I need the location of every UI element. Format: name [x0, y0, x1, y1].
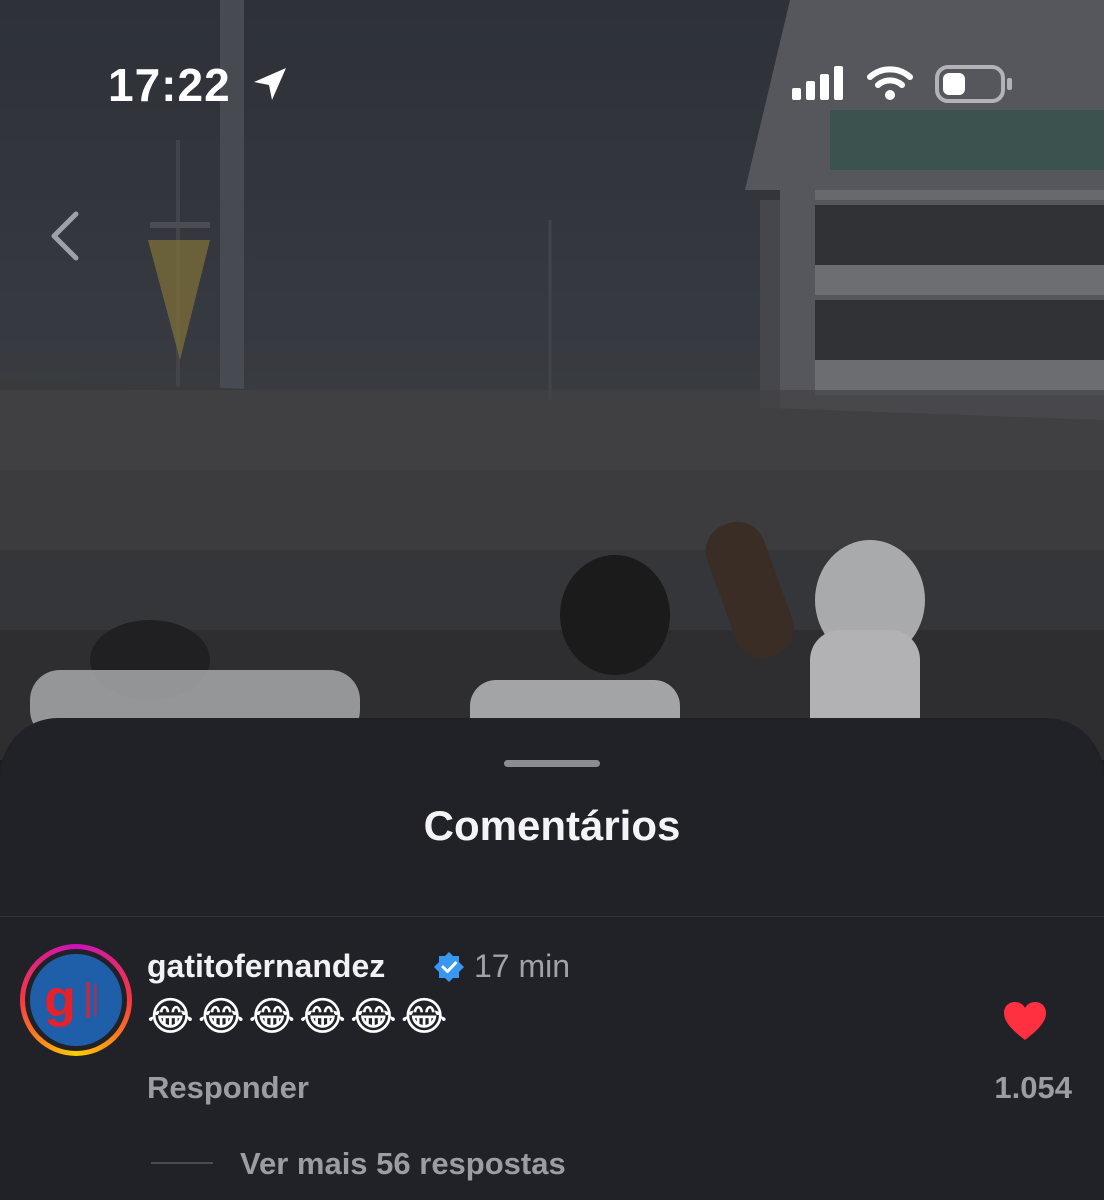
background-photo	[0, 0, 1104, 760]
avatar-image: g	[30, 954, 122, 1046]
comment-username[interactable]: gatitofernandez	[147, 948, 385, 985]
divider	[0, 916, 1104, 917]
verified-badge-icon	[434, 952, 464, 982]
comment-item: g gatitofernandez 17 min 😂😂😂😂😂😂 Responde…	[0, 918, 1104, 1200]
status-time: 17:22	[108, 59, 231, 111]
chevron-left-icon[interactable]	[44, 206, 88, 266]
avatar[interactable]: g	[20, 944, 132, 1056]
sheet-title: Comentários	[423, 802, 681, 849]
comment-text: 😂😂😂😂😂😂	[147, 995, 452, 1039]
replies-line	[151, 1162, 213, 1164]
location-arrow-icon	[254, 68, 286, 100]
svg-text:g: g	[44, 970, 76, 1028]
battery-icon	[935, 65, 1012, 103]
comments-sheet: Comentários g gatitofernandez 17 min 😂😂😂…	[0, 718, 1104, 1200]
view-more-replies-button[interactable]: Ver mais 56 respostas	[240, 1146, 566, 1182]
signal-icon	[792, 66, 843, 100]
reply-button[interactable]: Responder	[147, 1070, 309, 1106]
heart-icon[interactable]	[1002, 1000, 1048, 1042]
comment-timestamp: 17 min	[474, 948, 571, 984]
like-count[interactable]: 1.054	[994, 1070, 1072, 1106]
wifi-icon	[867, 66, 913, 100]
logo-icon: g	[30, 954, 122, 1046]
sheet-grabber[interactable]	[504, 760, 600, 767]
